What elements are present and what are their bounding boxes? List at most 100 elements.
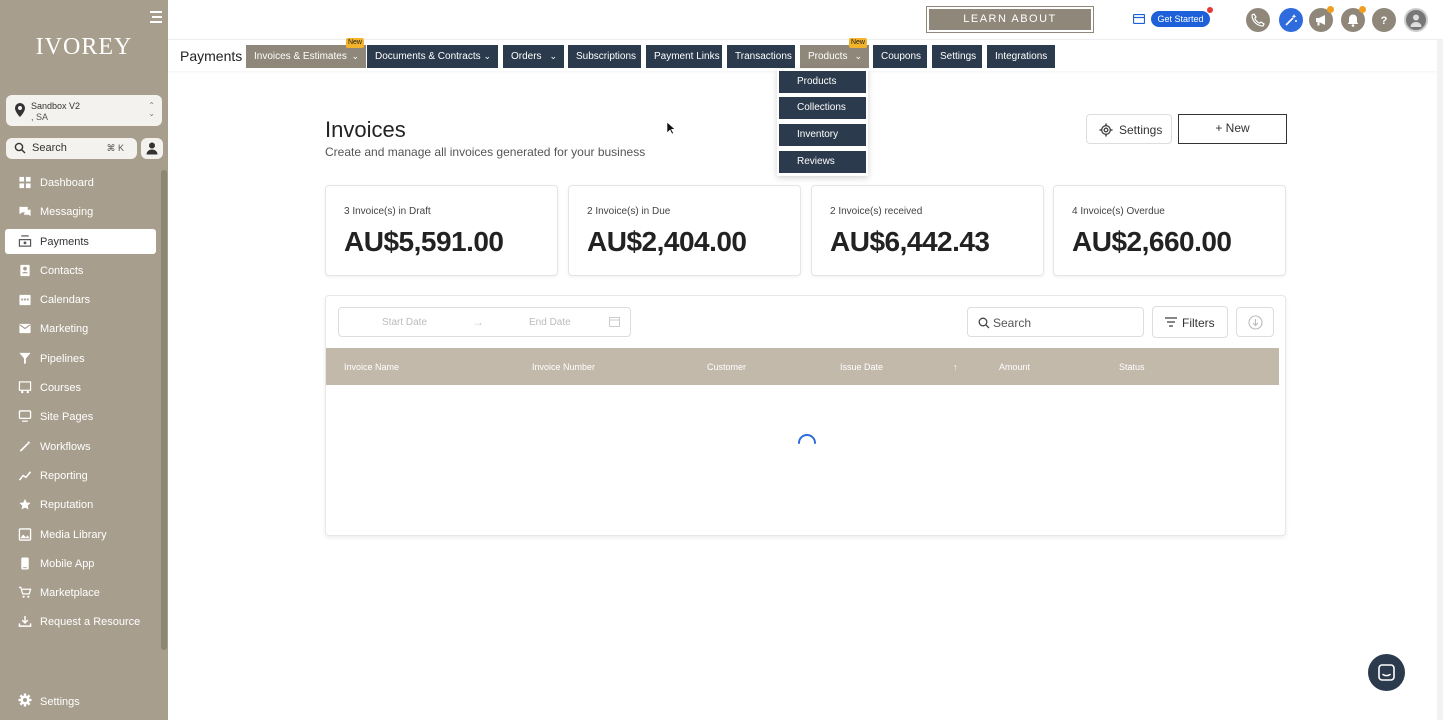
sidebar-item-label: Reporting bbox=[40, 469, 88, 482]
column-issue-date[interactable]: Issue Date bbox=[840, 362, 883, 372]
stat-card-due[interactable]: 2 Invoice(s) in Due AU$2,404.00 bbox=[568, 185, 801, 276]
sidebar-item-pipelines[interactable]: Pipelines bbox=[5, 346, 156, 371]
sidebar-item-settings[interactable]: Settings bbox=[5, 688, 156, 713]
chat-icon bbox=[1378, 664, 1395, 681]
sidebar-item-mobile-app[interactable]: Mobile App bbox=[5, 551, 156, 576]
date-range-picker[interactable]: Start Date → End Date bbox=[338, 307, 631, 337]
tab-coupons[interactable]: Coupons bbox=[873, 45, 927, 68]
sidebar-item-label: Dashboard bbox=[40, 177, 94, 189]
sidebar-item-payments[interactable]: Payments bbox=[5, 228, 156, 254]
tab-documents-contracts[interactable]: Documents & Contracts ⌄ bbox=[367, 45, 498, 68]
column-invoice-number[interactable]: Invoice Number bbox=[532, 362, 595, 372]
dropdown-item-collections[interactable]: Collections bbox=[779, 97, 866, 119]
tab-integrations[interactable]: Integrations bbox=[987, 45, 1055, 68]
account-name: Sandbox V2 bbox=[31, 101, 81, 111]
sidebar-item-label: Workflows bbox=[40, 440, 91, 453]
sidebar-item-label: Marketplace bbox=[40, 587, 100, 600]
dropdown-item-inventory[interactable]: Inventory bbox=[779, 124, 866, 146]
column-invoice-name[interactable]: Invoice Name bbox=[344, 362, 399, 372]
sidebar-item-label: Site Pages bbox=[40, 411, 94, 424]
star-icon bbox=[19, 499, 31, 510]
sidebar-item-request-a-resource[interactable]: Request a Resource bbox=[5, 609, 156, 634]
filters-label: Filters bbox=[1182, 316, 1215, 330]
column-status[interactable]: Status bbox=[1119, 362, 1145, 372]
arrow-right-icon: → bbox=[472, 315, 484, 329]
user-button[interactable] bbox=[141, 138, 163, 159]
tab-label: Payment Links bbox=[654, 51, 720, 62]
dropdown-item-reviews[interactable]: Reviews bbox=[779, 151, 866, 173]
tab-payment-links[interactable]: Payment Links bbox=[646, 45, 722, 68]
account-switcher[interactable]: Sandbox V2 , SA ⌃ ⌄ bbox=[6, 95, 162, 126]
table-search-input[interactable]: Search bbox=[967, 307, 1144, 337]
table-search-placeholder: Search bbox=[993, 316, 1032, 330]
download-icon bbox=[18, 616, 32, 628]
sidebar-item-label: Payments bbox=[40, 235, 89, 248]
phone-button[interactable] bbox=[1246, 8, 1270, 32]
dropdown-item-products[interactable]: Products bbox=[779, 71, 866, 93]
notification-dot bbox=[1207, 7, 1213, 13]
start-date-input[interactable]: Start Date bbox=[382, 317, 427, 328]
tab-orders[interactable]: Orders ⌄ bbox=[503, 45, 564, 68]
sidebar-settings-label: Settings bbox=[40, 696, 80, 708]
notification-dot bbox=[1327, 6, 1334, 13]
menu-collapse-icon[interactable] bbox=[148, 11, 162, 23]
avatar[interactable] bbox=[1404, 8, 1428, 32]
sidebar-item-site-pages[interactable]: Site Pages bbox=[5, 404, 156, 429]
download-button[interactable] bbox=[1236, 307, 1274, 337]
help-button[interactable]: ? bbox=[1372, 8, 1396, 32]
stat-label: 2 Invoice(s) received bbox=[830, 206, 923, 217]
tab-invoices-estimates[interactable]: Invoices & Estimates ⌄ New bbox=[246, 38, 366, 68]
sidebar-item-reputation[interactable]: Reputation bbox=[5, 492, 156, 517]
sidebar-search[interactable]: Search ⌘ K bbox=[6, 138, 137, 159]
chat-widget-button[interactable] bbox=[1368, 654, 1405, 691]
stat-card-draft[interactable]: 3 Invoice(s) in Draft AU$5,591.00 bbox=[325, 185, 558, 276]
stat-card-overdue[interactable]: 4 Invoice(s) Overdue AU$2,660.00 bbox=[1053, 185, 1286, 276]
stat-card-received[interactable]: 2 Invoice(s) received AU$6,442.43 bbox=[811, 185, 1044, 276]
sidebar-item-workflows[interactable]: Workflows bbox=[5, 434, 156, 459]
sidebar-item-media-library[interactable]: Media Library bbox=[5, 522, 156, 547]
loading-spinner-icon bbox=[798, 434, 816, 444]
new-badge: New bbox=[345, 38, 364, 48]
sidebar-item-marketplace[interactable]: Marketplace bbox=[5, 580, 156, 605]
wand-icon bbox=[19, 440, 31, 452]
search-icon bbox=[14, 142, 26, 154]
notification-dot bbox=[1359, 6, 1366, 13]
chevron-down-icon: ⌄ bbox=[483, 51, 491, 61]
announcements-button[interactable] bbox=[1309, 6, 1334, 32]
calendar-icon bbox=[19, 295, 31, 306]
column-amount[interactable]: Amount bbox=[999, 362, 1030, 372]
page-title: Invoices bbox=[325, 117, 406, 142]
sidebar-item-marketing[interactable]: Marketing bbox=[5, 316, 156, 341]
tab-transactions[interactable]: Transactions bbox=[727, 45, 795, 68]
stat-label: 4 Invoice(s) Overdue bbox=[1072, 206, 1165, 217]
sidebar-item-messaging[interactable]: Messaging bbox=[5, 199, 156, 224]
filters-button[interactable]: Filters bbox=[1152, 306, 1228, 338]
sidebar-item-reporting[interactable]: Reporting bbox=[5, 463, 156, 488]
notifications-button[interactable] bbox=[1341, 6, 1366, 32]
tab-settings[interactable]: Settings bbox=[932, 45, 982, 68]
mail-icon bbox=[19, 324, 31, 334]
sidebar-item-contacts[interactable]: Contacts bbox=[5, 258, 156, 283]
sidebar-scrollbar[interactable] bbox=[161, 170, 167, 650]
page-scrollbar[interactable] bbox=[1437, 40, 1443, 720]
column-customer[interactable]: Customer bbox=[707, 362, 746, 372]
sidebar-item-courses[interactable]: Courses bbox=[5, 375, 156, 400]
settings-button-label: Settings bbox=[1119, 123, 1163, 137]
new-invoice-button[interactable]: + New bbox=[1178, 114, 1287, 144]
ai-assistant-button[interactable] bbox=[1279, 8, 1303, 32]
tab-products[interactable]: Products ⌄ New bbox=[800, 38, 869, 68]
tab-subscriptions[interactable]: Subscriptions bbox=[568, 45, 641, 68]
user-avatar-icon bbox=[1410, 14, 1422, 27]
sidebar-item-calendars[interactable]: Calendars bbox=[5, 287, 156, 312]
account-location: , SA bbox=[31, 112, 49, 122]
sidebar-item-dashboard[interactable]: Dashboard bbox=[5, 170, 156, 195]
help-icon: ? bbox=[1381, 15, 1388, 27]
stat-label: 2 Invoice(s) in Due bbox=[587, 206, 671, 217]
sidebar-item-label: Request a Resource bbox=[40, 616, 141, 629]
tab-label: Transactions bbox=[735, 51, 792, 62]
top-bar: LEARN ABOUT INVOICES Get Started ? bbox=[168, 0, 1443, 46]
learn-about-invoices-button[interactable]: LEARN ABOUT INVOICES bbox=[926, 6, 1094, 46]
sort-icon[interactable]: ↑ bbox=[953, 362, 958, 372]
end-date-input[interactable]: End Date bbox=[529, 317, 571, 328]
invoice-settings-button[interactable]: Settings bbox=[1086, 114, 1172, 144]
